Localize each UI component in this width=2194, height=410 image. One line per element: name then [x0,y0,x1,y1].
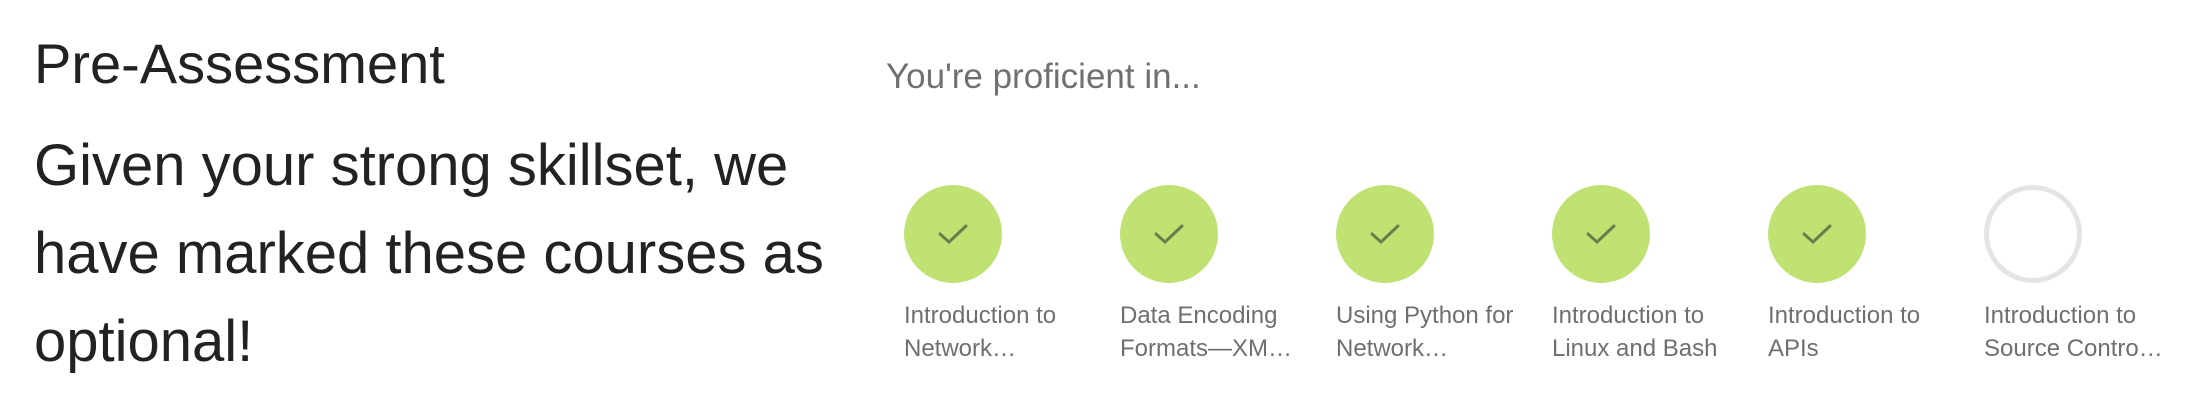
course-item[interactable]: Data Encoding Formats—XM… [1120,185,1336,365]
course-item[interactable]: Using Python for Network… [1336,185,1552,365]
course-label-line2: Formats—XM… [1120,335,1293,362]
check-icon [938,223,968,245]
course-label-line1: Introduction to [1984,302,2137,329]
check-icon [1370,223,1400,245]
course-label-line1: Using Python for [1336,302,1514,329]
course-item[interactable]: Introduction to Linux and Bash [1552,185,1768,365]
course-label-line1: Introduction to [1552,302,1705,329]
check-icon [1802,223,1832,245]
course-label-line2: Network… [904,335,1017,362]
course-label-line2: Source Contro… [1984,335,2163,362]
course-label: Using Python for Network… [1336,299,1522,365]
course-item[interactable]: Introduction to Source Contro… [1984,185,2194,365]
course-status-circle [1552,185,1650,283]
check-icon [1586,223,1616,245]
page-title: Pre-Assessment [34,32,445,95]
course-label-line2: Linux and Bash [1552,335,1718,362]
course-label: Introduction to APIs [1768,299,1954,365]
course-status-circle [1336,185,1434,283]
course-label-line1: Introduction to [904,302,1057,329]
course-status-circle [904,185,1002,283]
course-label-line2: APIs [1768,335,1819,362]
course-status-circle [1120,185,1218,283]
course-status-circle [1768,185,1866,283]
course-item[interactable]: Introduction to APIs [1768,185,1984,365]
pre-assessment-panel: Pre-Assessment Given your strong skillse… [34,30,824,386]
course-label-line1: Introduction to [1768,302,1921,329]
course-label: Data Encoding Formats—XM… [1120,299,1306,365]
course-label-line2: Network… [1336,335,1449,362]
course-label: Introduction to Linux and Bash [1552,299,1738,365]
course-label-line1: Data Encoding [1120,302,1278,329]
empty-circle-icon [1984,185,2082,283]
course-list: Introduction to Network… Data Encoding F… [904,185,2194,365]
optional-courses-message: Given your strong skillset, we have mark… [34,133,824,374]
course-label: Introduction to Source Contro… [1984,299,2170,365]
course-item[interactable]: Introduction to Network… [904,185,1120,365]
course-label: Introduction to Network… [904,299,1090,365]
check-icon [1154,223,1184,245]
proficiency-subtitle: You're proficient in... [886,57,1201,96]
proficiency-panel: You're proficient in... Introduction to … [886,52,2186,362]
